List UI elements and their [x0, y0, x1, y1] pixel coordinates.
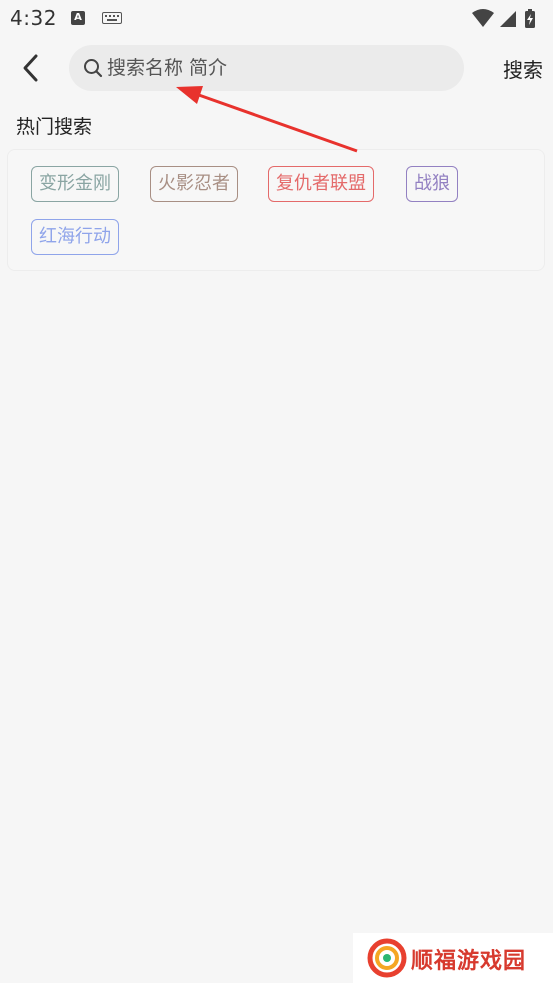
- watermark: 顺福游戏园: [353, 933, 553, 983]
- watermark-text: 顺福游戏园: [411, 949, 527, 974]
- status-right-icons: [472, 9, 535, 28]
- hot-tag[interactable]: 火影忍者: [150, 166, 238, 202]
- search-input[interactable]: [107, 45, 447, 91]
- header: 搜索: [0, 40, 553, 96]
- hot-tag[interactable]: 复仇者联盟: [268, 166, 374, 202]
- hot-tag[interactable]: 变形金刚: [31, 166, 119, 202]
- a-badge-label: A: [74, 12, 82, 23]
- chevron-left-icon: [23, 54, 38, 82]
- status-bar: 4:32 A: [0, 0, 553, 36]
- search-box[interactable]: [69, 45, 464, 91]
- back-button[interactable]: [14, 50, 50, 86]
- a-badge-icon: A: [71, 11, 85, 25]
- signal-icon: [500, 11, 516, 27]
- keyboard-icon: [102, 12, 122, 24]
- annotation-arrow: [176, 86, 358, 153]
- status-time: 4:32: [10, 6, 57, 30]
- annotation-arrow-shaft: [195, 92, 358, 153]
- hot-tags-card: 变形金刚 火影忍者 复仇者联盟 战狼 红海行动: [7, 149, 545, 271]
- hot-tag[interactable]: 战狼: [406, 166, 458, 202]
- hot-search-title: 热门搜索: [16, 116, 93, 138]
- battery-charging-icon: [525, 9, 535, 28]
- search-icon: [84, 59, 103, 78]
- wifi-icon: [472, 9, 494, 27]
- search-button[interactable]: 搜索: [503, 54, 543, 83]
- watermark-logo-icon: [367, 938, 407, 978]
- hot-tag[interactable]: 红海行动: [31, 219, 119, 255]
